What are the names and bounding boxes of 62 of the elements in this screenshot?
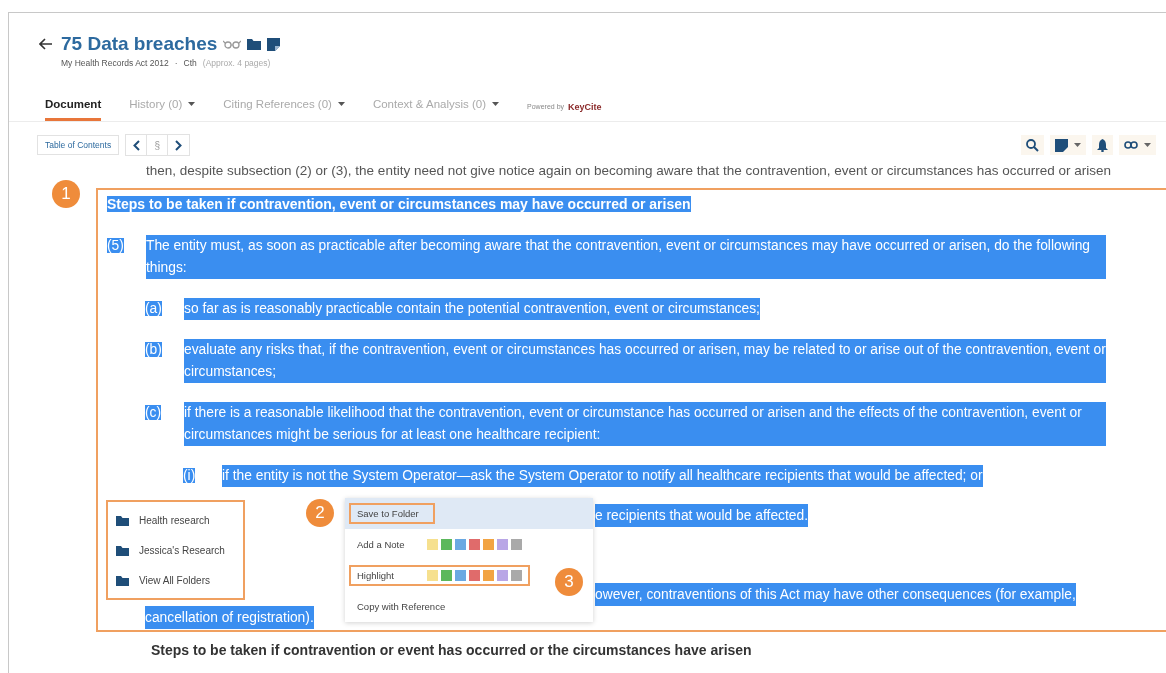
folder-icon	[116, 574, 129, 586]
back-arrow-icon[interactable]	[39, 38, 53, 50]
color-swatch[interactable]	[511, 539, 522, 550]
note-icon[interactable]	[267, 37, 281, 51]
folder-icon	[116, 514, 129, 526]
tab[interactable]: Document	[45, 92, 102, 121]
color-swatch[interactable]	[427, 539, 438, 550]
color-swatch[interactable]	[455, 570, 466, 581]
color-swatch[interactable]	[469, 539, 480, 550]
folder-menu-item[interactable]: View All Folders	[108, 565, 243, 595]
document-meta: (Approx. 4 pages)	[202, 58, 271, 68]
provision-number: (5)	[107, 238, 124, 253]
folder-menu-item[interactable]: Jessica's Research	[108, 535, 243, 565]
color-swatch[interactable]	[483, 539, 494, 550]
link-icon	[1124, 141, 1138, 149]
document-meta: Cth	[183, 58, 197, 68]
callout-number: 2	[306, 499, 334, 527]
color-swatch[interactable]	[511, 570, 522, 581]
document-meta: My Health Records Act 2012	[61, 58, 169, 68]
chevron-right-icon	[175, 139, 183, 151]
glasses-icon[interactable]	[223, 39, 242, 49]
color-swatch[interactable]	[497, 570, 508, 581]
folder-icon[interactable]	[247, 38, 262, 50]
section-heading: Steps to be taken if contravention, event or circumstances may have occurred or arisen	[107, 196, 691, 212]
color-swatch[interactable]	[441, 570, 452, 581]
brand-logo: KeyCite	[568, 101, 602, 112]
link-dropdown-button[interactable]	[1119, 135, 1156, 155]
provision-text: owever, contraventions of this Act may have other consequences (for example,	[595, 583, 1076, 606]
note-icon	[1055, 138, 1068, 152]
document-paragraph: then, despite subsection (2) or (3), the entity need not give notice again on becoming aware that the contravention, event or circumstances has occurred or arisen	[146, 162, 1113, 180]
provision-text: cancellation of registration).	[145, 606, 314, 629]
provision-text: so far as is reasonably practicable contain the potential contravention, event or circumstances;	[184, 298, 760, 320]
document-meta: ·	[174, 58, 178, 68]
color-swatch[interactable]	[427, 570, 438, 581]
caret-icon	[1144, 143, 1151, 147]
document-title: 75 Data breaches	[61, 33, 218, 55]
context-menu-item[interactable]: Save to Folder	[345, 498, 593, 529]
provision-text: The entity must, as soon as practicable after becoming aware that the contravention, event or circumstances may have occurred or arisen, do the following things:	[146, 235, 1106, 279]
color-swatch[interactable]	[483, 570, 494, 581]
provision-number: (i)	[183, 468, 196, 483]
chevron-left-icon	[132, 139, 140, 151]
note-dropdown-button[interactable]	[1050, 135, 1086, 155]
provision-text: if there is a reasonable likelihood that the contravention, event or circumstance has occurred or arisen and the effects of the contravention, event or circumstances might be serious for at least one healthcare recipient:	[184, 402, 1106, 446]
table-of-contents-button[interactable]: Table of Contents	[37, 135, 120, 155]
context-menu-item[interactable]: Add a Note	[345, 529, 593, 560]
caret-icon	[1074, 143, 1081, 147]
provision-number: (c)	[145, 405, 162, 420]
provision-number: (b)	[145, 342, 162, 357]
bell-icon[interactable]	[1092, 135, 1113, 155]
provision-text: evaluate any risks that, if the contravention, event or circumstances has occurred or arisen, may be related to or arise out of the contravention, event or circumstances;	[184, 339, 1106, 383]
provision-text: if the entity is not the System Operator—ask the System Operator to notify all healthcare recipients that would be affected; or	[222, 465, 983, 487]
provision-text: e recipients that would be affected.	[595, 504, 808, 527]
color-swatch[interactable]	[455, 539, 466, 550]
section-heading: Steps to be taken if contravention or event has occurred or the circumstances have arisen	[151, 642, 753, 658]
color-swatch[interactable]	[469, 570, 480, 581]
color-swatch[interactable]	[497, 539, 508, 550]
search-icon[interactable]	[1021, 135, 1044, 155]
callout-number: 1	[52, 180, 80, 208]
provision-number: (a)	[145, 301, 162, 316]
color-swatch[interactable]	[441, 539, 452, 550]
folder-menu-item[interactable]: Health research	[108, 505, 243, 535]
folder-icon	[116, 544, 129, 556]
